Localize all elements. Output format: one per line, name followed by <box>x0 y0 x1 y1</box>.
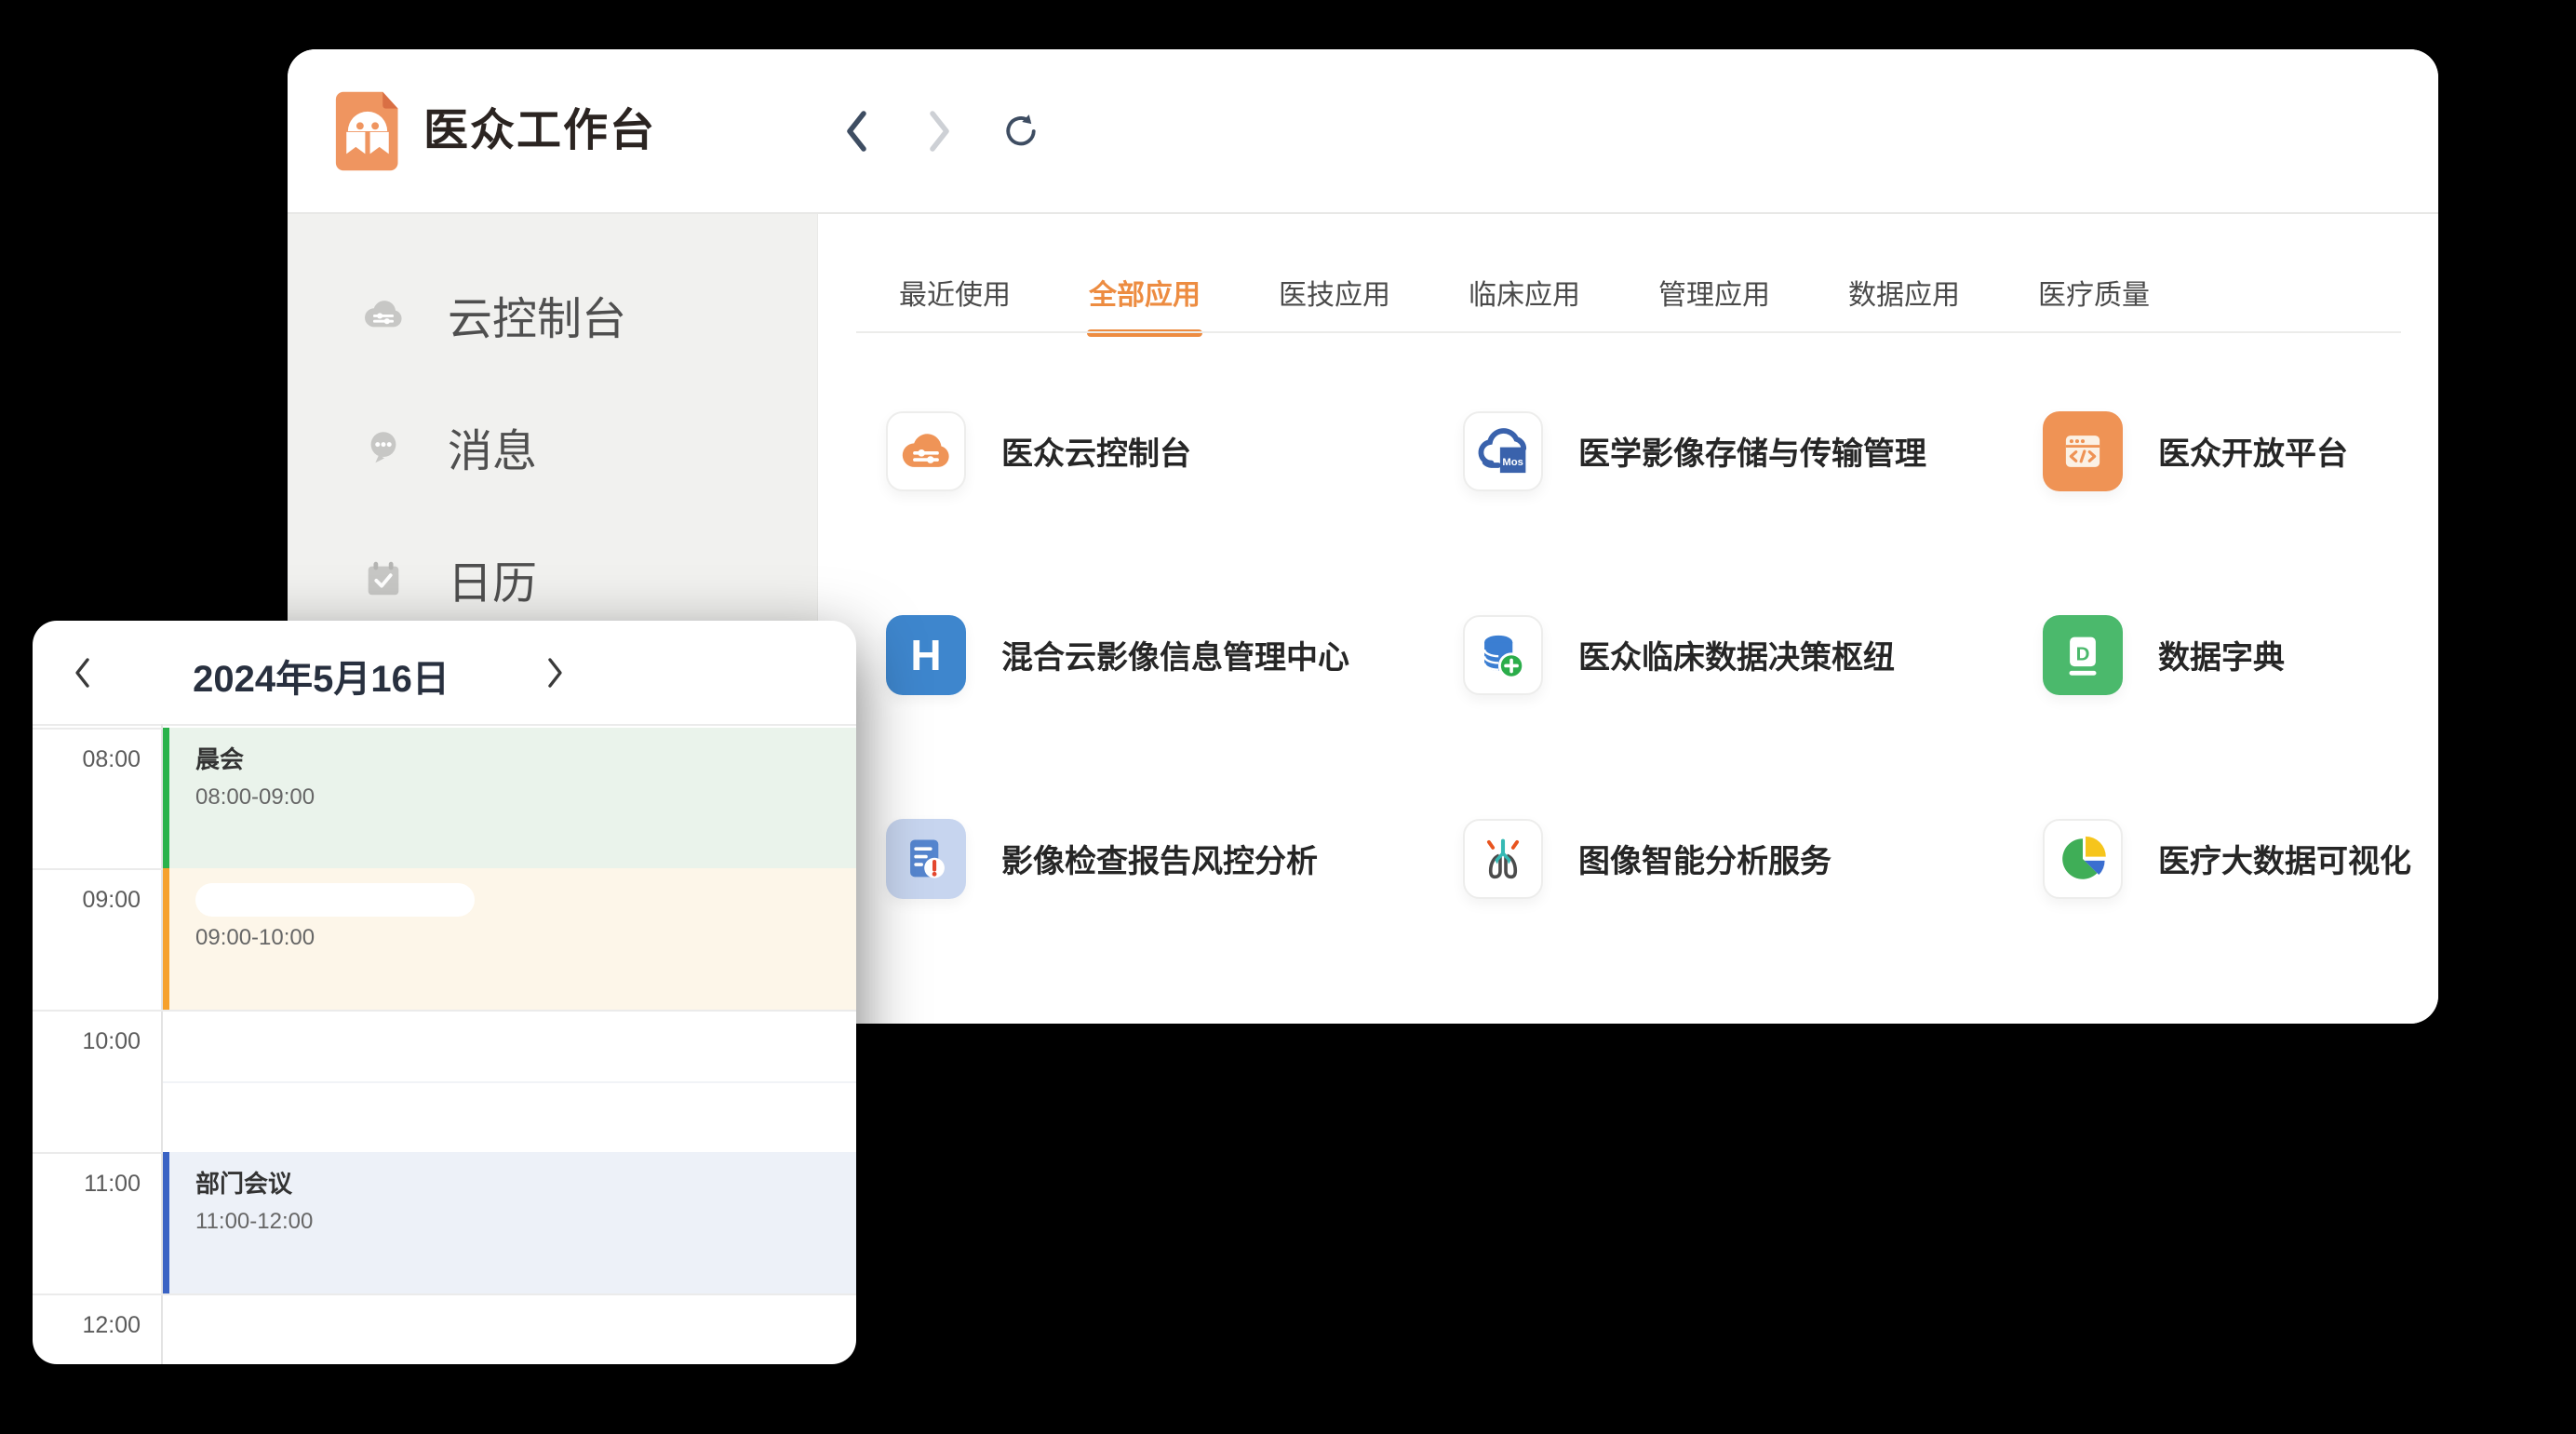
green-dictionary-icon: D <box>2056 628 2110 682</box>
event-title: 晨会 <box>195 741 856 778</box>
calendar-card: 2024年5月16日 08:00 09:00 10:00 11:00 12:00… <box>33 621 856 1364</box>
app-grid: 医众云控制台 Mos 医学影像存储与传输管理 <box>886 349 2438 960</box>
app-label: 医众云控制台 <box>1001 428 1191 474</box>
app-label: 医学影像存储与传输管理 <box>1578 428 1926 474</box>
sidebar-item-label: 云控制台 <box>448 282 626 347</box>
tab-bar: 最近使用 全部应用 医技应用 临床应用 管理应用 数据应用 医疗质量 <box>899 272 2150 337</box>
event-time: 09:00-10:00 <box>195 922 856 954</box>
event-department-meeting[interactable]: 部门会议 11:00-12:00 <box>163 1152 856 1293</box>
blue-cloud-mos-icon: Mos <box>1475 423 1531 479</box>
half-hour-gridline <box>163 1081 856 1083</box>
time-label: 12:00 <box>33 1312 141 1339</box>
mos-badge: Mos <box>1502 457 1523 468</box>
event-time: 08:00-09:00 <box>195 782 856 813</box>
calendar-next-button[interactable] <box>540 652 570 693</box>
time-label: 11:00 <box>33 1171 141 1198</box>
app-report-risk-analysis[interactable]: 影像检查报告风控分析 <box>886 819 1463 899</box>
time-label: 10:00 <box>33 1028 141 1055</box>
app-data-dictionary[interactable]: D 数据字典 <box>2043 615 2438 695</box>
calendar-header: 2024年5月16日 <box>33 621 856 726</box>
app-image-ai-analysis[interactable]: 图像智能分析服务 <box>1463 819 2043 899</box>
nav-buttons <box>839 105 1040 157</box>
tab-medtech-apps[interactable]: 医技应用 <box>1279 272 1390 337</box>
refresh-button[interactable] <box>1002 105 1040 157</box>
tab-medical-quality[interactable]: 医疗质量 <box>2038 272 2150 337</box>
app-logo-icon <box>331 90 404 172</box>
window-header: 医众工作台 <box>288 49 2438 214</box>
app-clinical-data-hub[interactable]: 医众临床数据决策枢纽 <box>1463 615 2043 695</box>
pie-chart-icon <box>2056 832 2110 886</box>
app-hybrid-cloud-imaging[interactable]: H 混合云影像信息管理中心 <box>886 615 1463 695</box>
sidebar-item-cloud-console[interactable]: 云控制台 <box>288 268 817 361</box>
tab-all-apps[interactable]: 全部应用 <box>1089 272 1201 337</box>
forward-arrow-icon <box>925 108 953 154</box>
calendar-day-view: 08:00 09:00 10:00 11:00 12:00 晨会 08:00-0… <box>33 724 856 1364</box>
app-title: 医众工作台 <box>423 94 656 168</box>
app-label: 医疗大数据可视化 <box>2158 836 2411 881</box>
event-time: 11:00-12:00 <box>195 1206 856 1238</box>
tab-divider <box>856 331 2401 333</box>
report-alert-icon <box>899 832 953 886</box>
refresh-icon <box>1002 108 1040 154</box>
time-label: 09:00 <box>33 887 141 914</box>
tab-data-apps[interactable]: 数据应用 <box>1848 272 1960 337</box>
orange-code-window-icon <box>2056 424 2110 478</box>
content-area: 最近使用 全部应用 医技应用 临床应用 管理应用 数据应用 医疗质量 <box>819 214 2438 1024</box>
hour-gridline <box>33 1293 856 1295</box>
screen: 医众工作台 <box>0 0 2576 1434</box>
chevron-right-icon <box>543 656 566 690</box>
sidebar-item-calendar[interactable]: 日历 <box>288 532 817 625</box>
letter-d-icon: D <box>2076 643 2090 664</box>
cloud-settings-icon <box>362 293 405 336</box>
event-morning-meeting[interactable]: 晨会 08:00-09:00 <box>163 728 856 868</box>
chevron-left-icon <box>72 656 94 690</box>
tab-management-apps[interactable]: 管理应用 <box>1658 272 1770 337</box>
database-plus-icon <box>1476 628 1530 682</box>
app-label: 图像智能分析服务 <box>1578 836 1831 881</box>
sidebar-item-label: 日历 <box>448 546 537 611</box>
sidebar-item-messages[interactable]: 消息 <box>288 400 817 493</box>
app-label: 数据字典 <box>2158 632 2285 677</box>
hour-gridline <box>33 1010 856 1012</box>
app-label: 医众临床数据决策枢纽 <box>1578 632 1895 677</box>
tab-clinical-apps[interactable]: 临床应用 <box>1469 272 1580 337</box>
calendar-prev-button[interactable] <box>68 652 98 693</box>
app-label: 影像检查报告风控分析 <box>1001 836 1318 881</box>
app-big-data-visualization[interactable]: 医疗大数据可视化 <box>2043 819 2438 899</box>
app-cloud-console[interactable]: 医众云控制台 <box>886 411 1463 491</box>
sidebar-item-label: 消息 <box>448 414 537 479</box>
message-bubble-icon <box>362 425 405 468</box>
app-label: 混合云影像信息管理中心 <box>1001 632 1349 677</box>
calendar-check-icon <box>362 557 405 600</box>
tab-recent[interactable]: 最近使用 <box>899 272 1011 337</box>
event-title: 部门会议 <box>195 1165 856 1202</box>
time-label: 08:00 <box>33 746 141 773</box>
orange-cloud-sliders-icon <box>899 424 953 478</box>
letter-h-icon: H <box>910 630 941 680</box>
event-title-redacted-pill <box>195 883 475 917</box>
forward-button[interactable] <box>920 105 958 157</box>
app-imaging-storage[interactable]: Mos 医学影像存储与传输管理 <box>1463 411 2043 491</box>
calendar-date: 2024年5月16日 <box>144 649 498 703</box>
app-open-platform[interactable]: 医众开放平台 <box>2043 411 2438 491</box>
lungs-analysis-icon <box>1476 832 1530 886</box>
event-redacted[interactable]: 09:00-10:00 <box>163 868 856 1010</box>
back-arrow-icon <box>843 108 871 154</box>
back-button[interactable] <box>839 105 876 157</box>
app-label: 医众开放平台 <box>2158 428 2348 474</box>
